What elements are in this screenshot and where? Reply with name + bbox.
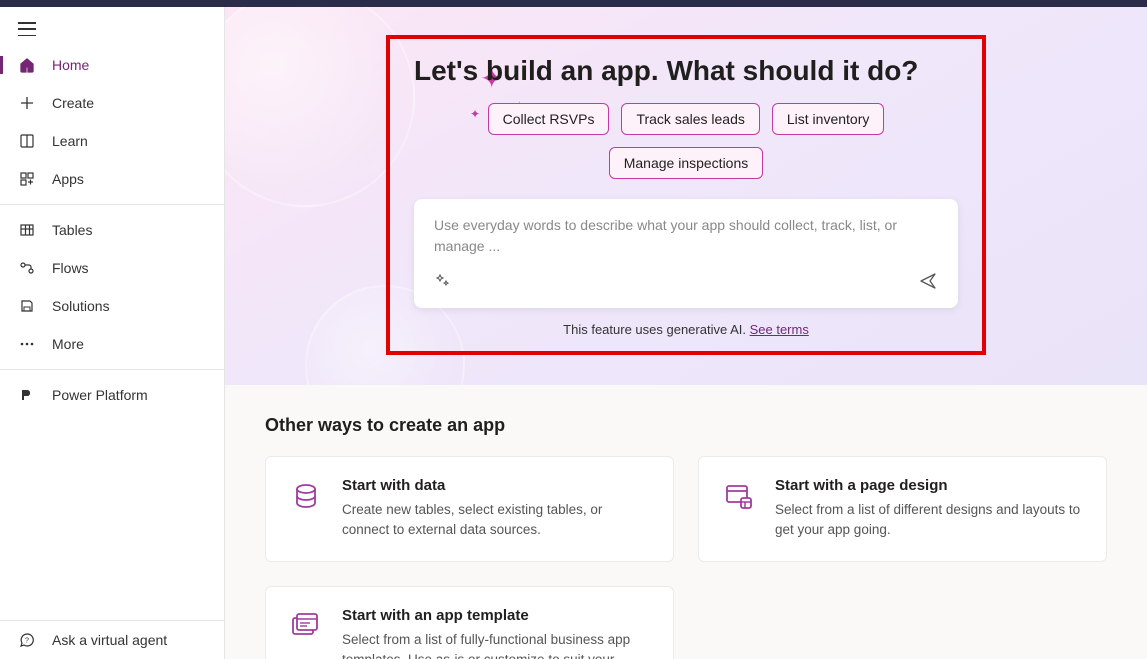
database-icon: [288, 479, 324, 515]
sidebar-item-label: Flows: [52, 260, 89, 276]
hero-title: Let's build an app. What should it do?: [414, 55, 958, 87]
chip-collect-rsvps[interactable]: Collect RSVPs: [488, 103, 610, 135]
sidebar-item-label: More: [52, 336, 84, 352]
card-title: Start with data: [342, 477, 651, 494]
ai-disclaimer: This feature uses generative AI. See ter…: [414, 322, 958, 337]
sidebar-item-virtual-agent[interactable]: ? Ask a virtual agent: [0, 621, 224, 659]
layout-icon: [721, 479, 757, 515]
sidebar-item-power-platform[interactable]: Power Platform: [0, 376, 224, 414]
sidebar-item-flows[interactable]: Flows: [0, 249, 224, 287]
sidebar-item-label: Learn: [52, 133, 88, 149]
chat-icon: ?: [18, 631, 36, 649]
sidebar-item-apps[interactable]: Apps: [0, 160, 224, 198]
card-start-with-data[interactable]: Start with data Create new tables, selec…: [265, 456, 674, 562]
apps-icon: [18, 170, 36, 188]
sparkle-button-icon[interactable]: [434, 273, 450, 294]
chip-manage-inspections[interactable]: Manage inspections: [609, 147, 764, 179]
send-button-icon[interactable]: [918, 271, 938, 296]
solutions-icon: [18, 297, 36, 315]
svg-text:?: ?: [25, 638, 29, 645]
sidebar-item-home[interactable]: Home: [0, 46, 224, 84]
see-terms-link[interactable]: See terms: [750, 322, 809, 337]
card-title: Start with an app template: [342, 607, 651, 624]
card-title: Start with a page design: [775, 477, 1084, 494]
other-ways-title: Other ways to create an app: [265, 415, 1107, 436]
sidebar-item-tables[interactable]: Tables: [0, 211, 224, 249]
sidebar-item-label: Tables: [52, 222, 92, 238]
power-platform-icon: [18, 386, 36, 404]
card-description: Create new tables, select existing table…: [342, 500, 651, 541]
flow-icon: [18, 259, 36, 277]
sidebar-item-create[interactable]: Create: [0, 84, 224, 122]
prompt-placeholder[interactable]: Use everyday words to describe what your…: [434, 215, 938, 257]
hamburger-menu-button[interactable]: [18, 22, 36, 36]
hero-section: ✦ ✦ ✦ Let's build an app. What should it…: [225, 7, 1147, 385]
prompt-input-card[interactable]: Use everyday words to describe what your…: [414, 199, 958, 308]
sidebar: Home Create Learn Apps: [0, 7, 225, 659]
main-content: ✦ ✦ ✦ Let's build an app. What should it…: [225, 7, 1147, 659]
card-start-with-page-design[interactable]: Start with a page design Select from a l…: [698, 456, 1107, 562]
table-icon: [18, 221, 36, 239]
chip-list-inventory[interactable]: List inventory: [772, 103, 884, 135]
sidebar-item-label: Home: [52, 57, 89, 73]
sidebar-item-solutions[interactable]: Solutions: [0, 287, 224, 325]
template-icon: [288, 609, 324, 645]
suggestion-chips: Collect RSVPs Track sales leads List inv…: [414, 103, 958, 179]
book-icon: [18, 132, 36, 150]
sidebar-item-label: Create: [52, 95, 94, 111]
hero-highlight-box: Let's build an app. What should it do? C…: [386, 35, 986, 355]
sidebar-item-label: Apps: [52, 171, 84, 187]
more-icon: [18, 335, 36, 353]
sidebar-item-label: Solutions: [52, 298, 110, 314]
card-start-with-template[interactable]: Start with an app template Select from a…: [265, 586, 674, 659]
sidebar-item-more[interactable]: More: [0, 325, 224, 363]
sidebar-item-learn[interactable]: Learn: [0, 122, 224, 160]
plus-icon: [18, 94, 36, 112]
sidebar-item-label: Power Platform: [52, 387, 148, 403]
home-icon: [18, 56, 36, 74]
ai-note-text: This feature uses generative AI.: [563, 322, 749, 337]
card-description: Select from a list of different designs …: [775, 500, 1084, 541]
other-ways-section: Other ways to create an app Start with d…: [225, 385, 1147, 659]
chip-track-sales-leads[interactable]: Track sales leads: [621, 103, 759, 135]
sidebar-item-label: Ask a virtual agent: [52, 632, 167, 648]
card-description: Select from a list of fully-functional b…: [342, 630, 651, 659]
